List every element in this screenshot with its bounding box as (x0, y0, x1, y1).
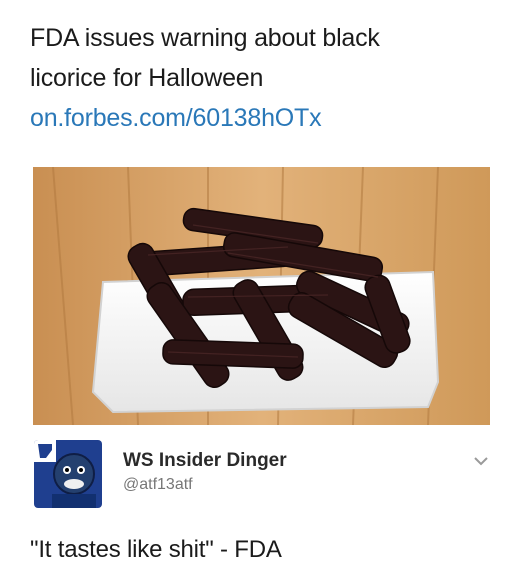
reply-text: "It tastes like shit" - FDA (30, 536, 282, 563)
avatar[interactable] (34, 440, 102, 508)
licorice-photo-graphic (33, 167, 490, 425)
tweet-body: FDA issues warning about black licorice … (30, 18, 500, 98)
mascot-avatar-icon (34, 440, 102, 508)
chevron-down-icon[interactable] (472, 454, 490, 468)
quoted-author-row[interactable]: WS Insider Dinger @atf13atf (30, 432, 500, 510)
tweet-line-1: FDA issues warning about black (30, 24, 380, 52)
display-name[interactable]: WS Insider Dinger (123, 450, 287, 472)
article-link[interactable]: on.forbes.com/60138hOTx (30, 98, 322, 138)
tweet-line-2: licorice for Halloween (30, 64, 264, 92)
licorice-photo[interactable] (33, 167, 490, 425)
user-handle[interactable]: @atf13atf (123, 476, 193, 494)
